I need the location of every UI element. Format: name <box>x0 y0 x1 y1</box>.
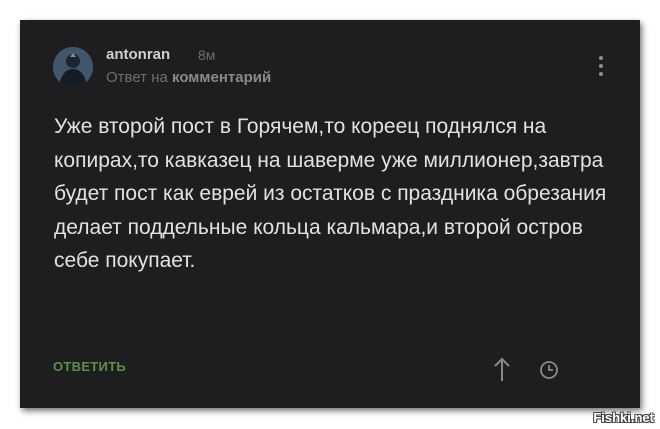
comment-time: 8м <box>198 47 216 63</box>
comment-text: Уже второй пост в Горячем,то кореец подн… <box>54 115 607 273</box>
clock-icon[interactable] <box>539 360 559 380</box>
reply-prefix: Ответ на <box>106 69 168 86</box>
reply-info: Ответ на комментарий <box>106 69 271 86</box>
comment-card: antonran 8м Ответ на комментарий Уже вто… <box>20 20 640 408</box>
watermark: Fishki.net <box>593 410 654 425</box>
more-vertical-icon[interactable] <box>594 56 608 82</box>
comment-author[interactable]: antonran <box>106 46 170 63</box>
screenshot-frame: antonran 8м Ответ на комментарий Уже вто… <box>0 0 660 429</box>
arrow-up-icon[interactable] <box>490 356 514 382</box>
avatar[interactable] <box>53 47 93 87</box>
reply-target-link[interactable]: комментарий <box>172 69 271 86</box>
reply-button[interactable]: ОТВЕТИТЬ <box>53 359 126 374</box>
